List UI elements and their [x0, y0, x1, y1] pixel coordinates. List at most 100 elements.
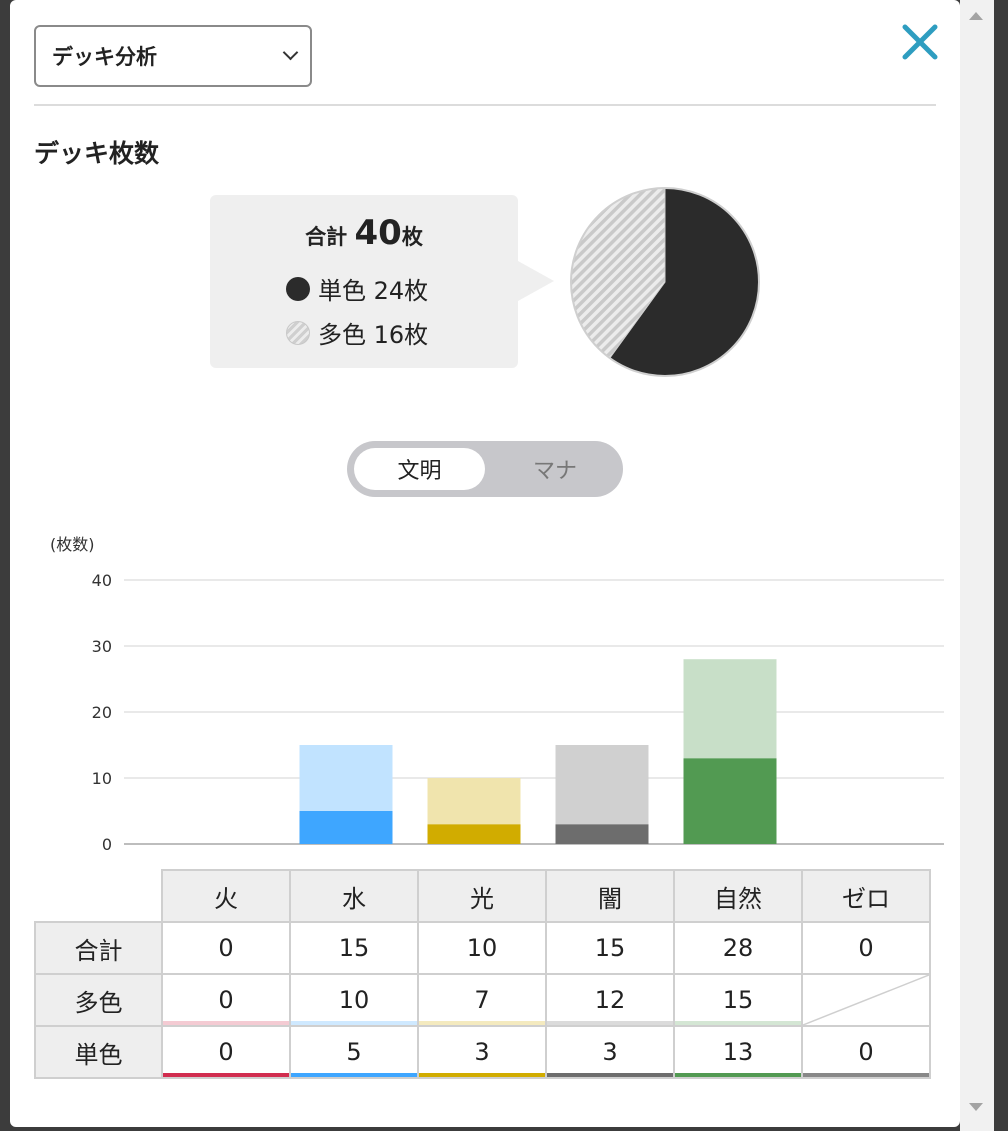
cell-value: 15	[338, 934, 370, 962]
table-cell: 3	[417, 1025, 547, 1079]
scrollbar[interactable]	[960, 0, 994, 1131]
table-row: 単色 0 5 3 3 13 0	[34, 1025, 931, 1079]
row-header: 合計	[34, 921, 163, 975]
y-tick-label: 20	[92, 703, 112, 722]
civilization-color-bar	[675, 1073, 801, 1077]
bar-multi-2	[427, 778, 521, 825]
scroll-up-arrow-icon[interactable]	[969, 12, 983, 20]
bar-mono-4	[683, 758, 777, 844]
cell-value: 0	[218, 986, 234, 1014]
cell-value: 13	[722, 1038, 754, 1066]
column-header: ゼロ	[801, 869, 931, 923]
bar-mono-3	[555, 824, 649, 844]
civilization-color-bar	[419, 1021, 545, 1025]
civilization-mana-toggle[interactable]: 文明 マナ	[347, 441, 623, 497]
y-axis-label: (枚数)	[50, 535, 95, 554]
toggle-civilization[interactable]: 文明	[354, 448, 485, 490]
table-row: 合計 0 15 10 15 28 0	[34, 921, 931, 975]
row-header: 単色	[34, 1025, 163, 1079]
civilization-bar-chart: (枚数) 0 10 20 30 40	[50, 535, 944, 854]
y-tick-label: 30	[92, 637, 112, 656]
civilization-color-bar	[547, 1021, 673, 1025]
table-cell: 3	[545, 1025, 675, 1079]
table-cell: 0	[801, 921, 931, 975]
cell-value: 3	[474, 1038, 490, 1066]
mono-count-row: 単色 24枚	[286, 271, 428, 306]
cell-value: 3	[602, 1038, 618, 1066]
civilization-color-bar	[163, 1073, 289, 1077]
mono-multi-pie-chart	[570, 187, 760, 377]
table-cell: 13	[673, 1025, 803, 1079]
civilization-count-table: 火 水 光 闇 自然 ゼロ 合計 0 15 10 15 28 0 多色 0 10 7 12 15 単色 0 5…	[34, 869, 931, 1079]
civilization-color-bar	[291, 1021, 417, 1025]
civilization-color-bar	[547, 1073, 673, 1077]
total-count: 合計 40枚	[210, 213, 518, 253]
total-number: 40	[354, 213, 402, 253]
civilization-color-bar	[163, 1021, 289, 1025]
solid-circle-icon	[286, 276, 310, 301]
scroll-down-arrow-icon[interactable]	[969, 1103, 983, 1111]
cell-value: 0	[218, 934, 234, 962]
mono-count-label: 単色 24枚	[318, 277, 429, 305]
column-header: 闇	[545, 869, 675, 923]
y-tick-label: 0	[102, 835, 112, 854]
multi-count-row: 多色 16枚	[286, 315, 428, 350]
empty-cell-slash	[803, 975, 929, 1025]
y-tick-label: 40	[92, 571, 112, 590]
cell-value: 0	[858, 1038, 874, 1066]
table-header-row: 火 水 光 闇 自然 ゼロ	[35, 869, 931, 923]
civilization-color-bar	[803, 1073, 929, 1077]
table-cell: 15	[289, 921, 419, 975]
column-header: 火	[161, 869, 291, 923]
column-header: 自然	[673, 869, 803, 923]
table-cell: 10	[417, 921, 547, 975]
multi-count-label: 多色 16枚	[318, 321, 429, 349]
deck-analysis-modal: デッキ分析 デッキ枚数 合計 40枚 単色 24枚 多色 16枚 文明 マナ (…	[10, 0, 960, 1127]
bar-multi-3	[555, 745, 649, 825]
cell-value: 15	[722, 986, 754, 1014]
table-cell: 0	[801, 1025, 931, 1079]
table-cell	[801, 973, 931, 1027]
bar-mono-1	[299, 811, 393, 844]
deck-count-summary: 合計 40枚 単色 24枚 多色 16枚	[210, 195, 554, 368]
table-cell: 0	[161, 1025, 291, 1079]
cell-value: 7	[474, 986, 490, 1014]
summary-pointer	[518, 261, 554, 301]
table-row: 多色 0 10 7 12 15	[34, 973, 931, 1027]
bar-multi-4	[683, 659, 777, 759]
civilization-color-bar	[675, 1021, 801, 1025]
toggle-mana[interactable]: マナ	[493, 448, 617, 490]
cell-value: 15	[594, 934, 626, 962]
bar-multi-1	[299, 745, 393, 811]
row-header: 多色	[34, 973, 163, 1027]
cell-value: 28	[722, 934, 754, 962]
cell-value: 0	[218, 1038, 234, 1066]
table-cell: 12	[545, 973, 675, 1027]
column-header: 水	[289, 869, 419, 923]
table-cell: 0	[161, 973, 291, 1027]
column-header: 光	[417, 869, 547, 923]
y-tick-label: 10	[92, 769, 112, 788]
table-cell: 10	[289, 973, 419, 1027]
analysis-type-select[interactable]: デッキ分析	[34, 25, 312, 87]
cell-value: 10	[338, 986, 370, 1014]
total-prefix: 合計	[305, 225, 355, 249]
cell-value: 10	[466, 934, 498, 962]
close-icon[interactable]	[900, 22, 940, 62]
section-title: デッキ枚数	[34, 139, 160, 168]
table-cell: 0	[161, 921, 291, 975]
table-cell: 28	[673, 921, 803, 975]
header-divider	[34, 104, 936, 106]
table-cell: 5	[289, 1025, 419, 1079]
table-cell: 15	[673, 973, 803, 1027]
total-suffix: 枚	[401, 225, 423, 249]
table-corner	[35, 870, 162, 922]
hatched-circle-icon	[286, 320, 310, 345]
civilization-color-bar	[419, 1073, 545, 1077]
cell-value: 12	[594, 986, 626, 1014]
cell-value: 0	[858, 934, 874, 962]
cell-value: 5	[346, 1038, 362, 1066]
bar-mono-2	[427, 824, 521, 844]
analysis-type-value: デッキ分析	[52, 45, 157, 69]
chevron-down-icon	[282, 44, 299, 61]
